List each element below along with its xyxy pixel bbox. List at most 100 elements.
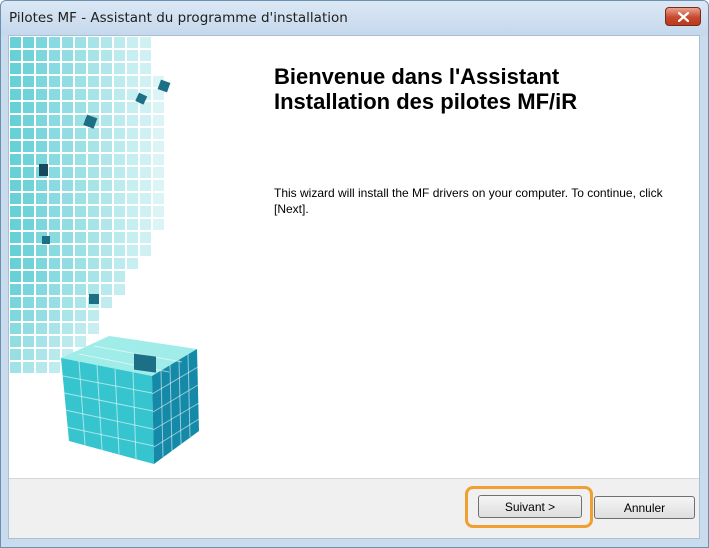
grid-cube (49, 323, 60, 334)
grid-cube (23, 37, 34, 48)
grid-cube (88, 206, 99, 217)
grid-cube (140, 50, 151, 61)
grid-cube (36, 180, 47, 191)
grid-cube (36, 258, 47, 269)
grid-cube (127, 141, 138, 152)
grid-cube (75, 154, 86, 165)
grid-cube (23, 154, 34, 165)
grid-cube (10, 102, 21, 113)
welcome-heading: Bienvenue dans l'Assistant Installation … (274, 64, 674, 114)
grid-cube (114, 232, 125, 243)
grid-cube (10, 141, 21, 152)
title-bar[interactable]: Pilotes MF - Assistant du programme d'in… (1, 1, 708, 35)
grid-cube (49, 50, 60, 61)
grid-cube (140, 167, 151, 178)
grid-cube (62, 141, 73, 152)
next-button[interactable]: Suivant > (478, 495, 582, 518)
grid-cube (101, 284, 112, 295)
grid-cube (140, 154, 151, 165)
grid-cube (62, 37, 73, 48)
grid-cube (36, 102, 47, 113)
grid-cube (36, 245, 47, 256)
grid-cube (75, 310, 86, 321)
grid-cube (114, 206, 125, 217)
grid-cube (36, 206, 47, 217)
grid-cube (101, 219, 112, 230)
grid-cube (75, 271, 86, 282)
grid-cube (36, 362, 47, 373)
grid-cube (127, 76, 138, 87)
grid-cube (10, 323, 21, 334)
grid-cube (49, 336, 60, 347)
grid-cube (23, 89, 34, 100)
grid-cube (23, 336, 34, 347)
grid-cube (49, 284, 60, 295)
grid-cube (49, 219, 60, 230)
grid-cube (10, 180, 21, 191)
grid-cube (23, 128, 34, 139)
grid-cube (49, 154, 60, 165)
grid-cube (62, 284, 73, 295)
cube-graphic (9, 36, 254, 481)
close-button[interactable] (665, 7, 701, 26)
grid-cube (10, 349, 21, 360)
grid-cube (140, 219, 151, 230)
grid-cube (75, 89, 86, 100)
grid-cube (127, 258, 138, 269)
grid-cube (62, 102, 73, 113)
grid-cube (62, 128, 73, 139)
grid-cube (49, 63, 60, 74)
grid-cube (49, 115, 60, 126)
grid-cube (101, 206, 112, 217)
grid-cube (23, 323, 34, 334)
grid-cube (75, 37, 86, 48)
grid-cube (36, 310, 47, 321)
grid-cube (114, 76, 125, 87)
grid-cube (49, 193, 60, 204)
grid-cube (101, 50, 112, 61)
grid-cube (88, 167, 99, 178)
grid-cube (10, 63, 21, 74)
grid-cube (62, 180, 73, 191)
grid-cube (23, 63, 34, 74)
grid-cube (75, 258, 86, 269)
close-icon (678, 12, 689, 22)
grid-cube (36, 271, 47, 282)
grid-cube (23, 102, 34, 113)
grid-cube (114, 245, 125, 256)
grid-cube (140, 37, 151, 48)
grid-cube (10, 310, 21, 321)
grid-cube (36, 128, 47, 139)
grid-cube (62, 89, 73, 100)
cancel-button[interactable]: Annuler (594, 496, 695, 519)
grid-cube (127, 219, 138, 230)
grid-cube (75, 323, 86, 334)
grid-cube (49, 297, 60, 308)
grid-cube (114, 258, 125, 269)
grid-cube (140, 180, 151, 191)
grid-cube (114, 50, 125, 61)
grid-cube (75, 141, 86, 152)
window-title: Pilotes MF - Assistant du programme d'in… (9, 10, 348, 26)
grid-cube (36, 50, 47, 61)
grid-cube (140, 63, 151, 74)
grid-cube (10, 50, 21, 61)
installer-window: Pilotes MF - Assistant du programme d'in… (0, 0, 709, 548)
grid-cube (49, 271, 60, 282)
grid-cube (75, 284, 86, 295)
grid-cube (10, 128, 21, 139)
grid-cube (75, 180, 86, 191)
grid-cube (23, 141, 34, 152)
grid-cube (127, 180, 138, 191)
grid-cube (36, 349, 47, 360)
grid-cube (75, 193, 86, 204)
grid-cube (23, 180, 34, 191)
grid-cube (10, 115, 21, 126)
grid-cube (62, 245, 73, 256)
grid-cube (10, 336, 21, 347)
grid-cube (88, 76, 99, 87)
grid-cube (101, 297, 112, 308)
grid-cube (36, 336, 47, 347)
grid-cube (36, 284, 47, 295)
grid-cube (88, 63, 99, 74)
